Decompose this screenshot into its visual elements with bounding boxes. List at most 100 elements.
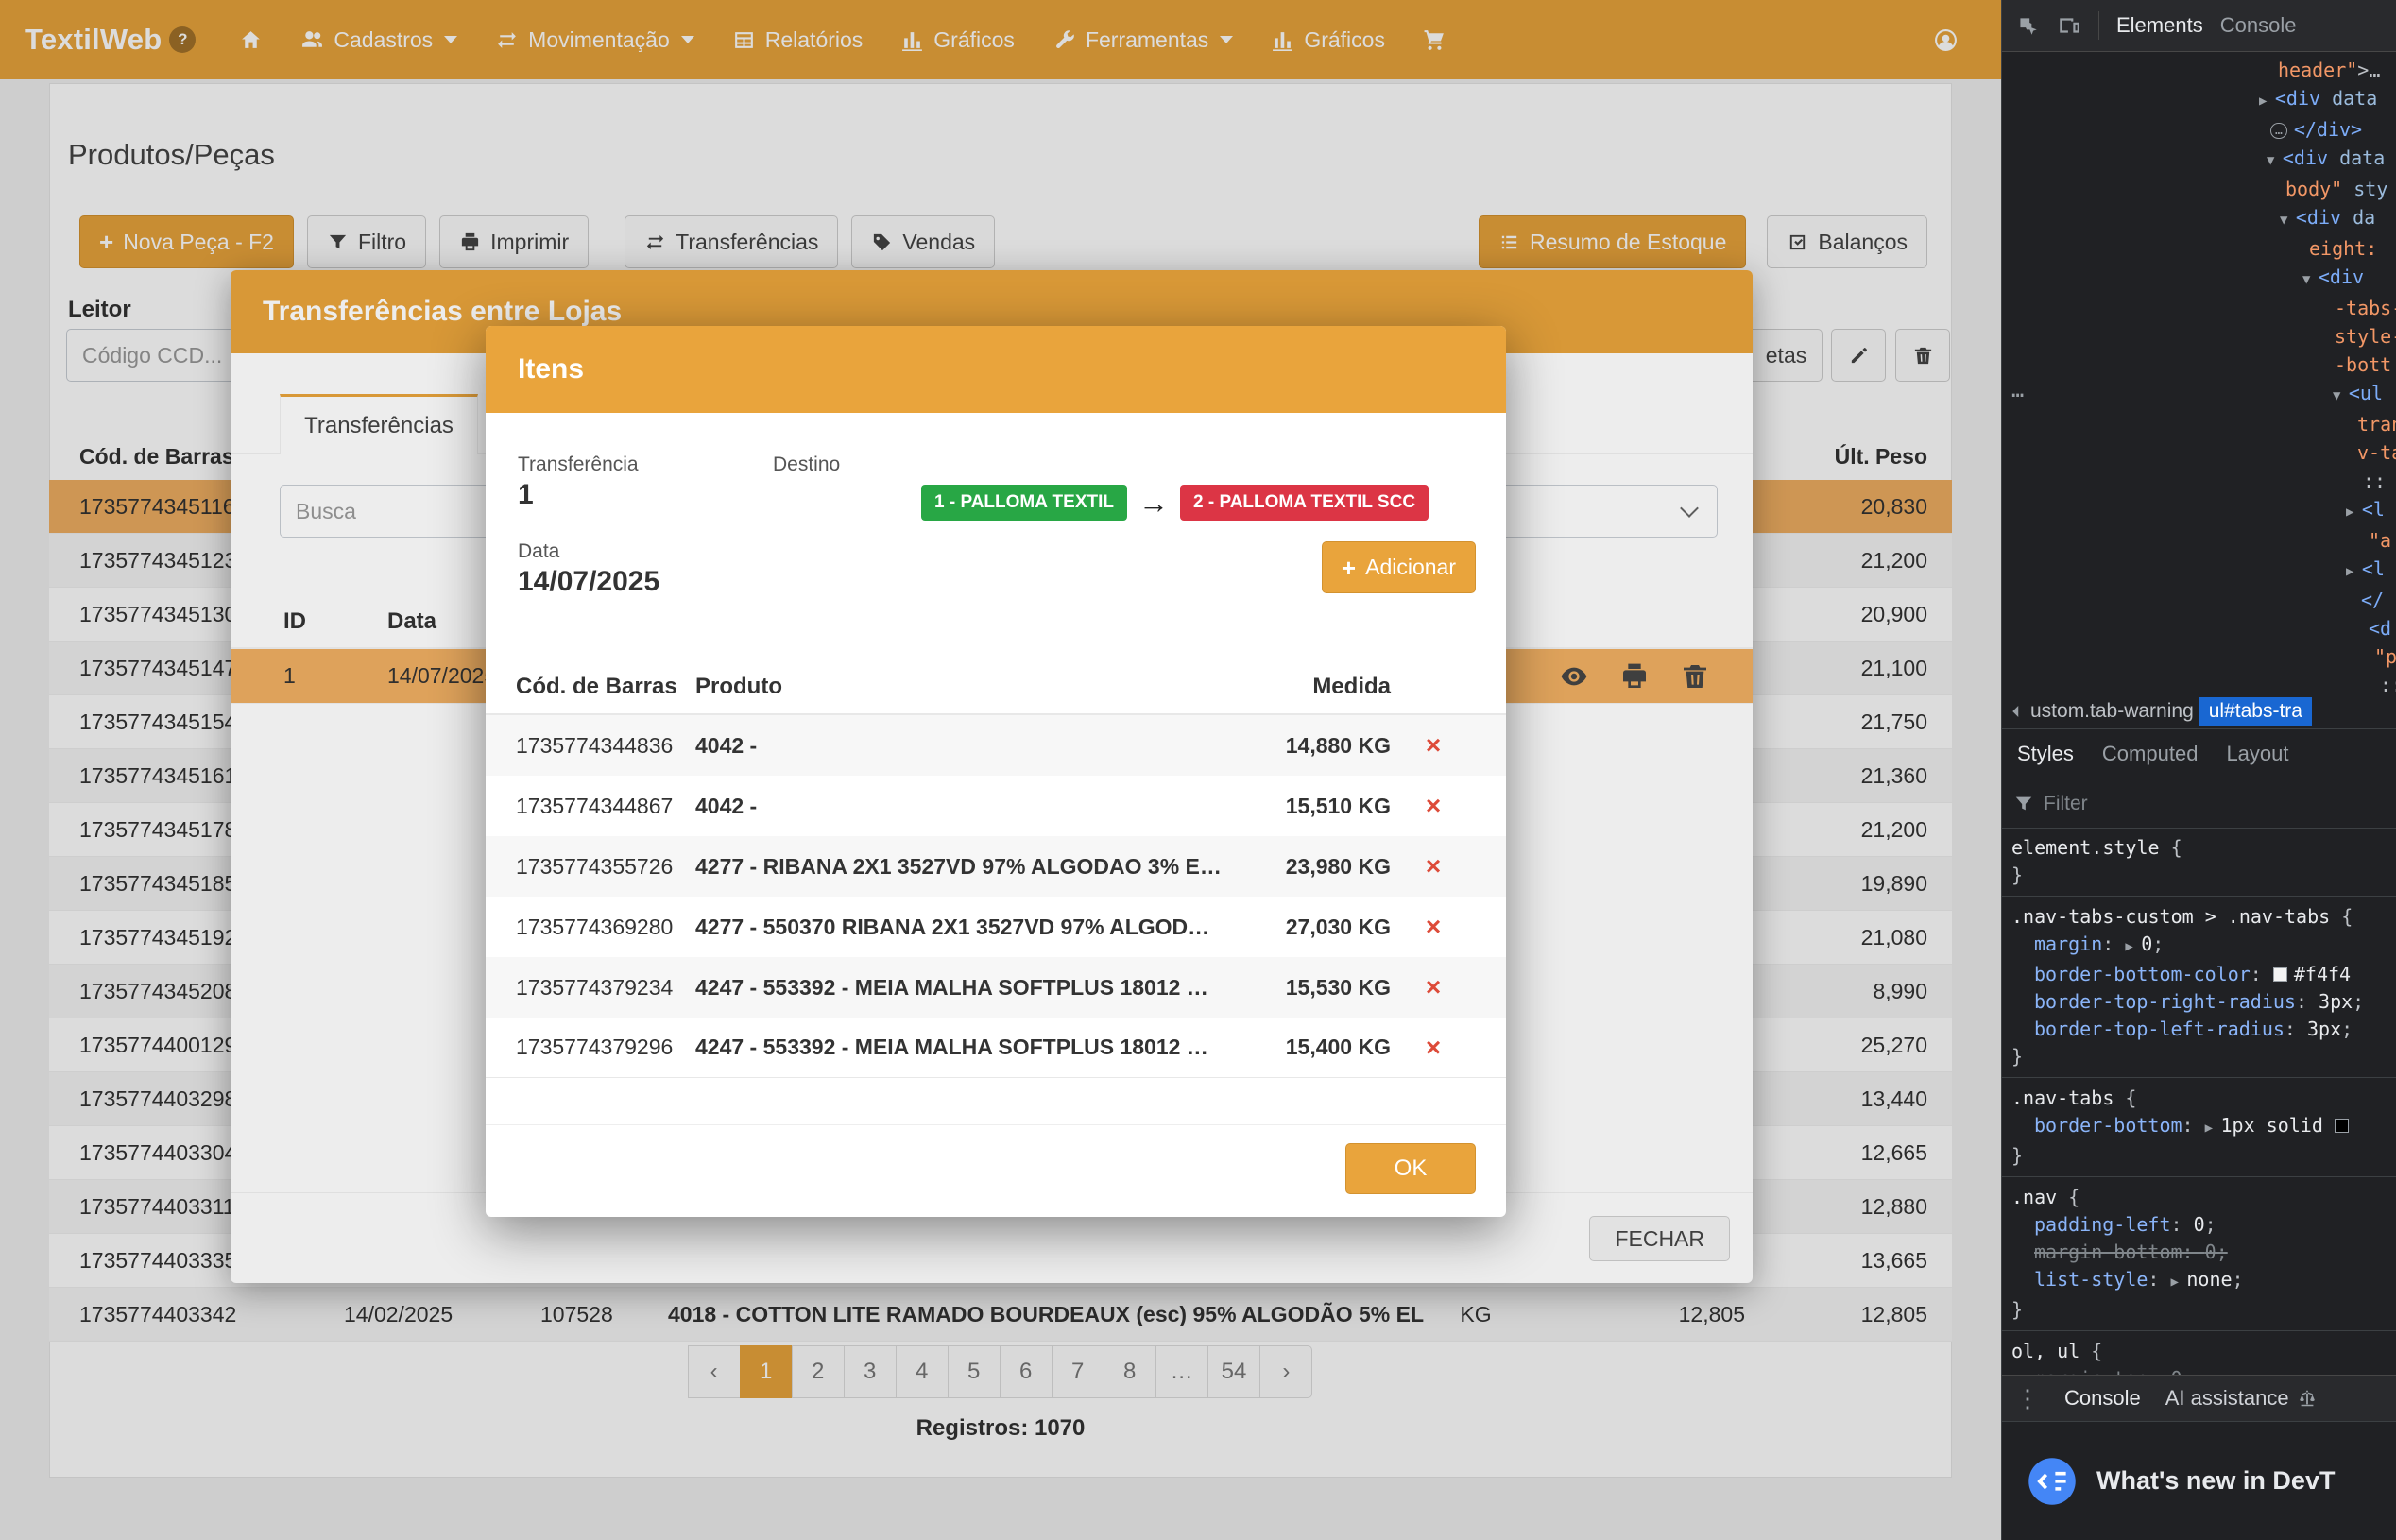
css-rule-line[interactable]: .nav { — [2002, 1176, 2396, 1211]
remove-item-icon[interactable]: × — [1391, 791, 1476, 821]
drawer-tab-console[interactable]: Console — [2064, 1386, 2141, 1411]
css-rule-line[interactable]: border-top-right-radius: 3px; — [2002, 988, 2396, 1016]
dom-tree-line[interactable]: v-ta — [2002, 438, 2396, 467]
inspect-element-icon[interactable] — [2015, 13, 2040, 38]
adicionar-button[interactable]: +Adicionar — [1322, 541, 1476, 593]
item-row: 1735774344867 4042 - 15,510 KG × — [486, 776, 1506, 836]
dom-tree-line[interactable]: </ — [2002, 586, 2396, 614]
dom-tree-line[interactable]: tran — [2002, 410, 2396, 438]
tab-elements[interactable]: Elements — [2116, 13, 2203, 38]
dom-tree-line[interactable]: ▼ <div da — [2002, 203, 2396, 234]
css-rule-line[interactable]: } — [2002, 862, 2396, 889]
cell-barcode: 1735774344836 — [516, 733, 695, 759]
dom-tree-line[interactable]: :: — [2002, 671, 2396, 694]
devtools-logo-icon — [2027, 1456, 2078, 1507]
column-header-barcode: Cód. de Barras — [516, 674, 695, 700]
destination-store-badge: 2 - PALLOMA TEXTIL SCC — [1180, 485, 1429, 521]
cell-medida: 23,980 KG — [1224, 854, 1391, 880]
breadcrumb-back-icon[interactable] — [2002, 703, 2030, 720]
whats-new-bar[interactable]: What's new in DevT — [2002, 1421, 2396, 1540]
elements-breadcrumb: ustom.tab-warning ul#tabs-tra — [2002, 694, 2396, 729]
arrow-right-icon: → — [1138, 488, 1169, 518]
itens-modal-title: Itens — [486, 326, 1506, 413]
breadcrumb-item[interactable]: ustom.tab-warning — [2030, 700, 2194, 723]
cell-produto: 4277 - RIBANA 2X1 3527VD 97% ALGODAO 3% … — [695, 854, 1224, 880]
plus-icon: + — [1342, 556, 1356, 580]
cell-medida: 15,400 KG — [1224, 1035, 1391, 1060]
cell-barcode: 1735774379296 — [516, 1035, 695, 1060]
remove-item-icon[interactable]: × — [1391, 851, 1476, 881]
drawer-tab-ai-assistance[interactable]: AI assistance — [2165, 1386, 2318, 1411]
cell-produto: 4042 - — [695, 794, 1224, 819]
dom-tree-line[interactable]: "p — [2002, 642, 2396, 671]
dom-tree-line[interactable]: <d — [2002, 614, 2396, 642]
css-rule-line[interactable]: border-bottom-color: #f4f4 — [2002, 961, 2396, 988]
divider — [2098, 11, 2099, 40]
item-row: 1735774355726 4277 - RIBANA 2X1 3527VD 9… — [486, 836, 1506, 897]
dom-tree-line[interactable]: body" sty — [2002, 175, 2396, 203]
css-rule-line[interactable]: } — [2002, 1296, 2396, 1324]
dom-tree-line[interactable]: :: — [2002, 467, 2396, 495]
styles-pane-tab[interactable]: Styles — [2017, 742, 2074, 766]
css-rule-line[interactable]: border-top-left-radius: 3px; — [2002, 1016, 2396, 1043]
dom-tree-line[interactable]: ▶ <l — [2002, 555, 2396, 586]
screenshot-root: TextilWeb ? Cadastros Movimentação Relat… — [0, 0, 2396, 1540]
column-header-medida: Medida — [1224, 674, 1391, 700]
css-rule-line[interactable]: ol, ul { — [2002, 1330, 2396, 1365]
css-rule-line[interactable]: list-style: ▶ none; — [2002, 1266, 2396, 1296]
cell-barcode: 1735774355726 — [516, 854, 695, 880]
dom-tree-line[interactable]: ▼ <ul — [2002, 379, 2396, 410]
css-rule-line[interactable]: border-bottom: ▶ 1px solid — [2002, 1112, 2396, 1142]
transferencia-label: Transferência — [518, 453, 639, 476]
destino-badges: 1 - PALLOMA TEXTIL → 2 - PALLOMA TEXTIL … — [921, 485, 1429, 521]
devtools-drawer-bar: ⋮ Console AI assistance — [2002, 1375, 2396, 1421]
dom-tree-line[interactable]: "a — [2002, 526, 2396, 555]
css-rule-line[interactable]: .nav-tabs-custom > .nav-tabs { — [2002, 896, 2396, 931]
dom-tree-line[interactable]: style- — [2002, 322, 2396, 351]
css-rule-line[interactable]: padding-left: 0; — [2002, 1211, 2396, 1239]
dom-tree-line[interactable]: ▶ <div data — [2002, 84, 2396, 115]
data-value: 14/07/2025 — [518, 566, 659, 598]
dom-tree-line[interactable]: ▼ <div — [2002, 263, 2396, 294]
dom-tree-line[interactable]: header">… — [2002, 56, 2396, 84]
cell-medida: 27,030 KG — [1224, 915, 1391, 940]
cell-barcode: 1735774379234 — [516, 975, 695, 1001]
transferencia-value: 1 — [518, 479, 534, 511]
css-rule-line[interactable]: } — [2002, 1043, 2396, 1070]
styles-filter-input[interactable] — [2044, 793, 2233, 815]
dom-tree-line[interactable]: -bott — [2002, 351, 2396, 379]
breadcrumb-item-selected[interactable]: ul#tabs-tra — [2199, 697, 2312, 726]
dom-tree-line[interactable]: eight: — [2002, 234, 2396, 263]
css-rule-line[interactable]: margin: ▶ 0; — [2002, 931, 2396, 961]
remove-item-icon[interactable]: × — [1391, 730, 1476, 761]
css-rule-line[interactable]: margin-bottom: 0; — [2002, 1239, 2396, 1266]
dom-tree-line[interactable]: -tabs- — [2002, 294, 2396, 322]
device-toolbar-icon[interactable] — [2057, 13, 2081, 38]
styles-pane-tab[interactable]: Computed — [2102, 742, 2199, 766]
dom-tree-line[interactable]: ▼ <div data — [2002, 144, 2396, 175]
devtools-toolbar: Elements Console — [2002, 0, 2396, 52]
remove-item-icon[interactable]: × — [1391, 912, 1476, 942]
ok-button[interactable]: OK — [1345, 1143, 1476, 1194]
itens-modal: Itens Transferência 1 Destino 1 - PALLOM… — [486, 326, 1506, 1217]
remove-item-icon[interactable]: × — [1391, 1033, 1476, 1063]
destino-label: Destino — [773, 453, 840, 476]
origin-store-badge: 1 - PALLOMA TEXTIL — [921, 485, 1127, 521]
cell-medida: 15,530 KG — [1224, 975, 1391, 1001]
css-rule-line[interactable]: margin-top: 0; — [2002, 1365, 2396, 1375]
dom-tree-line[interactable]: ▶ <l — [2002, 495, 2396, 526]
cell-produto: 4247 - 553392 - MEIA MALHA SOFTPLUS 1801… — [695, 975, 1224, 1001]
css-rule-line[interactable]: } — [2002, 1142, 2396, 1170]
whats-new-text: What's new in DevT — [2096, 1466, 2335, 1496]
remove-item-icon[interactable]: × — [1391, 972, 1476, 1002]
more-actions-icon[interactable]: … — [2011, 377, 2024, 405]
css-rule-line[interactable]: .nav-tabs { — [2002, 1077, 2396, 1112]
scale-icon — [2297, 1388, 2318, 1409]
tab-console[interactable]: Console — [2220, 13, 2297, 38]
itens-table-header: Cód. de Barras Produto Medida — [486, 659, 1506, 715]
css-rule-line[interactable]: element.style { — [2002, 834, 2396, 862]
styles-pane-tab[interactable]: Layout — [2226, 742, 2288, 766]
itens-table: 1735774344836 4042 - 14,880 KG × 1735774… — [486, 715, 1506, 1078]
dom-tree-line[interactable]: …</div> — [2002, 115, 2396, 144]
dots-vertical-icon[interactable]: ⋮ — [2015, 1384, 2040, 1413]
